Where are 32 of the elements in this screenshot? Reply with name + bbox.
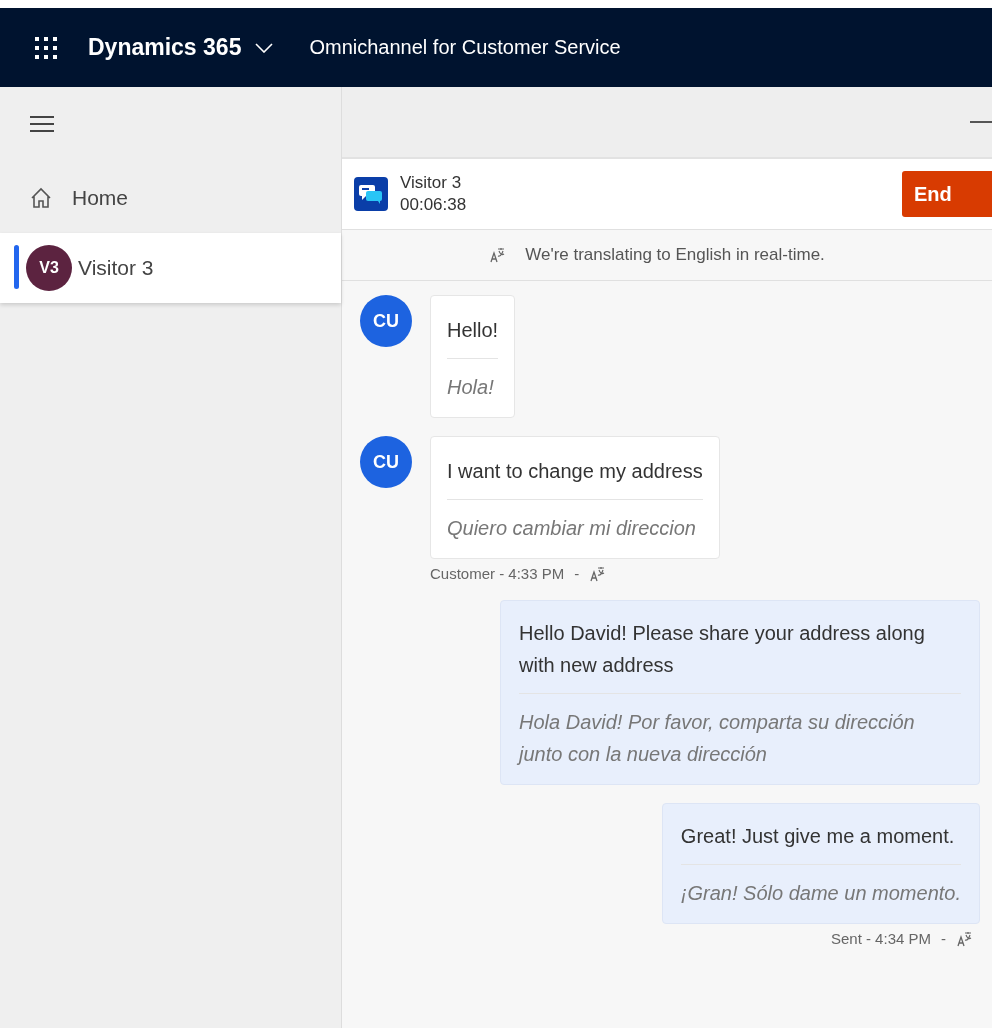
sidebar-item[interactable]: V3 Visitor 3 <box>0 233 341 303</box>
message-text: Great! Just give me a moment. <box>680 820 961 865</box>
minimize-icon[interactable] <box>970 120 992 124</box>
message-meta: Sent - 4:34 PM <box>830 930 931 947</box>
message-text: Hello! <box>447 314 499 359</box>
app-name[interactable]: Dynamics 365 <box>88 34 242 61</box>
separator: - <box>941 930 946 947</box>
avatar: V3 <box>26 245 72 291</box>
menu-icon[interactable] <box>30 115 54 133</box>
translation-notice: We're translating to English in real-time. <box>525 245 825 265</box>
translate-icon <box>956 930 972 947</box>
sidebar-item[interactable]: Home <box>0 163 341 233</box>
app-area-title: Omnichannel for Customer Service <box>309 36 621 59</box>
session-name: Visitor 3 <box>400 173 463 193</box>
message-translation: Hola! <box>447 375 495 400</box>
chat-icon <box>354 177 388 211</box>
message-meta: Customer - 4:33 PM <box>430 565 565 582</box>
chevron-down-icon[interactable] <box>255 42 274 53</box>
app-launcher-icon[interactable] <box>34 35 58 60</box>
session-timer: 00:06:38 <box>400 195 467 215</box>
message-text: I want to change my address <box>447 455 703 500</box>
translate-icon <box>589 565 606 582</box>
message-text: Hello David! Please share your address along with new address <box>519 617 961 694</box>
avatar: CU <box>360 436 412 488</box>
home-icon <box>30 187 52 209</box>
avatar: CU <box>360 295 412 347</box>
end-button[interactable]: End <box>902 171 992 217</box>
separator: - <box>574 565 580 582</box>
message-translation: Quiero cambiar mi direccion <box>447 516 697 541</box>
message-translation: Hola David! Por favor, comparta su dirección junto con la nueva dirección <box>519 710 916 767</box>
message-translation: ¡Gran! Sólo dame un momento. <box>680 881 961 906</box>
translate-icon <box>489 247 506 263</box>
